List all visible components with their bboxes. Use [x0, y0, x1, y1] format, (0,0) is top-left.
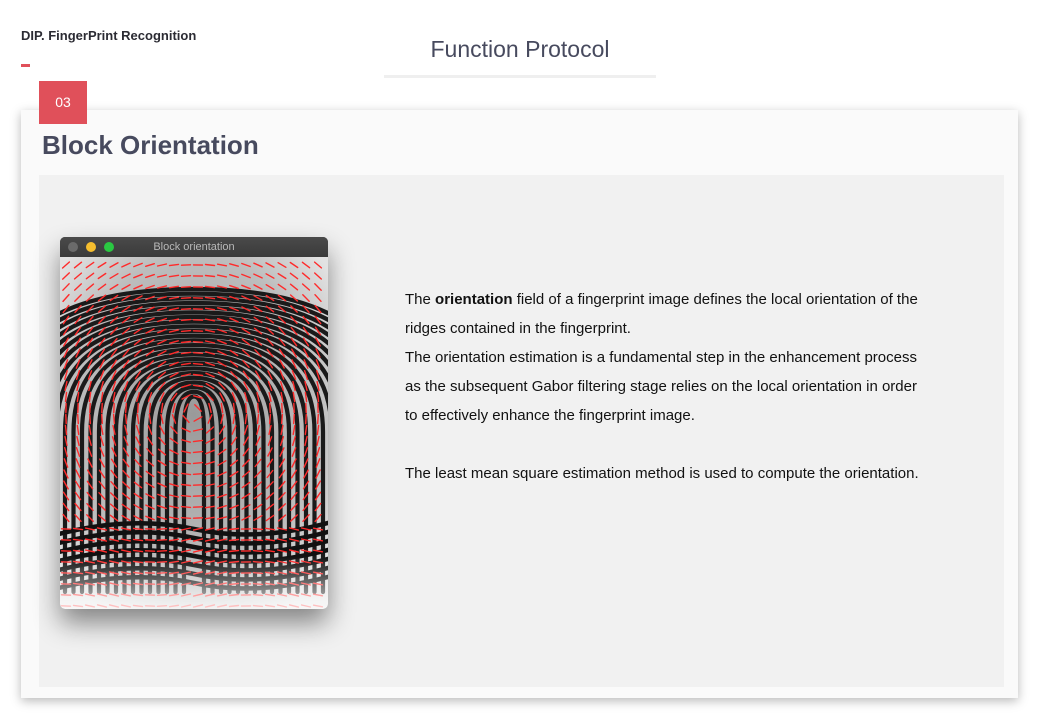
- slide-number-badge: 03: [39, 81, 87, 124]
- slide-title: Block Orientation: [42, 130, 259, 160]
- brand-accent-bar: [21, 64, 30, 67]
- fingerprint-fade: [60, 257, 328, 609]
- brand-title: DIP. FingerPrint Recognition: [21, 28, 197, 43]
- minimize-button[interactable]: [86, 242, 96, 252]
- description-paragraph-3: The least mean square estimation method …: [405, 465, 919, 482]
- zoom-button[interactable]: [104, 242, 114, 252]
- window-titlebar[interactable]: Block orientation: [60, 237, 328, 257]
- close-button[interactable]: [68, 242, 78, 252]
- description-text: The orientation field of a fingerprint i…: [405, 285, 925, 488]
- description-paragraph-2: The orientation estimation is a fundamen…: [405, 349, 917, 424]
- orientation-window: Block orientation: [60, 237, 328, 609]
- window-title: Block orientation: [153, 241, 235, 253]
- fingerprint-orientation-image: [60, 257, 328, 609]
- protocol-title-underline: [384, 75, 656, 78]
- keyword-orientation: orientation: [435, 291, 513, 308]
- protocol-title: Function Protocol: [430, 36, 610, 62]
- description-paragraph-1: The orientation field of a fingerprint i…: [405, 285, 925, 343]
- p1-before: The: [405, 291, 431, 308]
